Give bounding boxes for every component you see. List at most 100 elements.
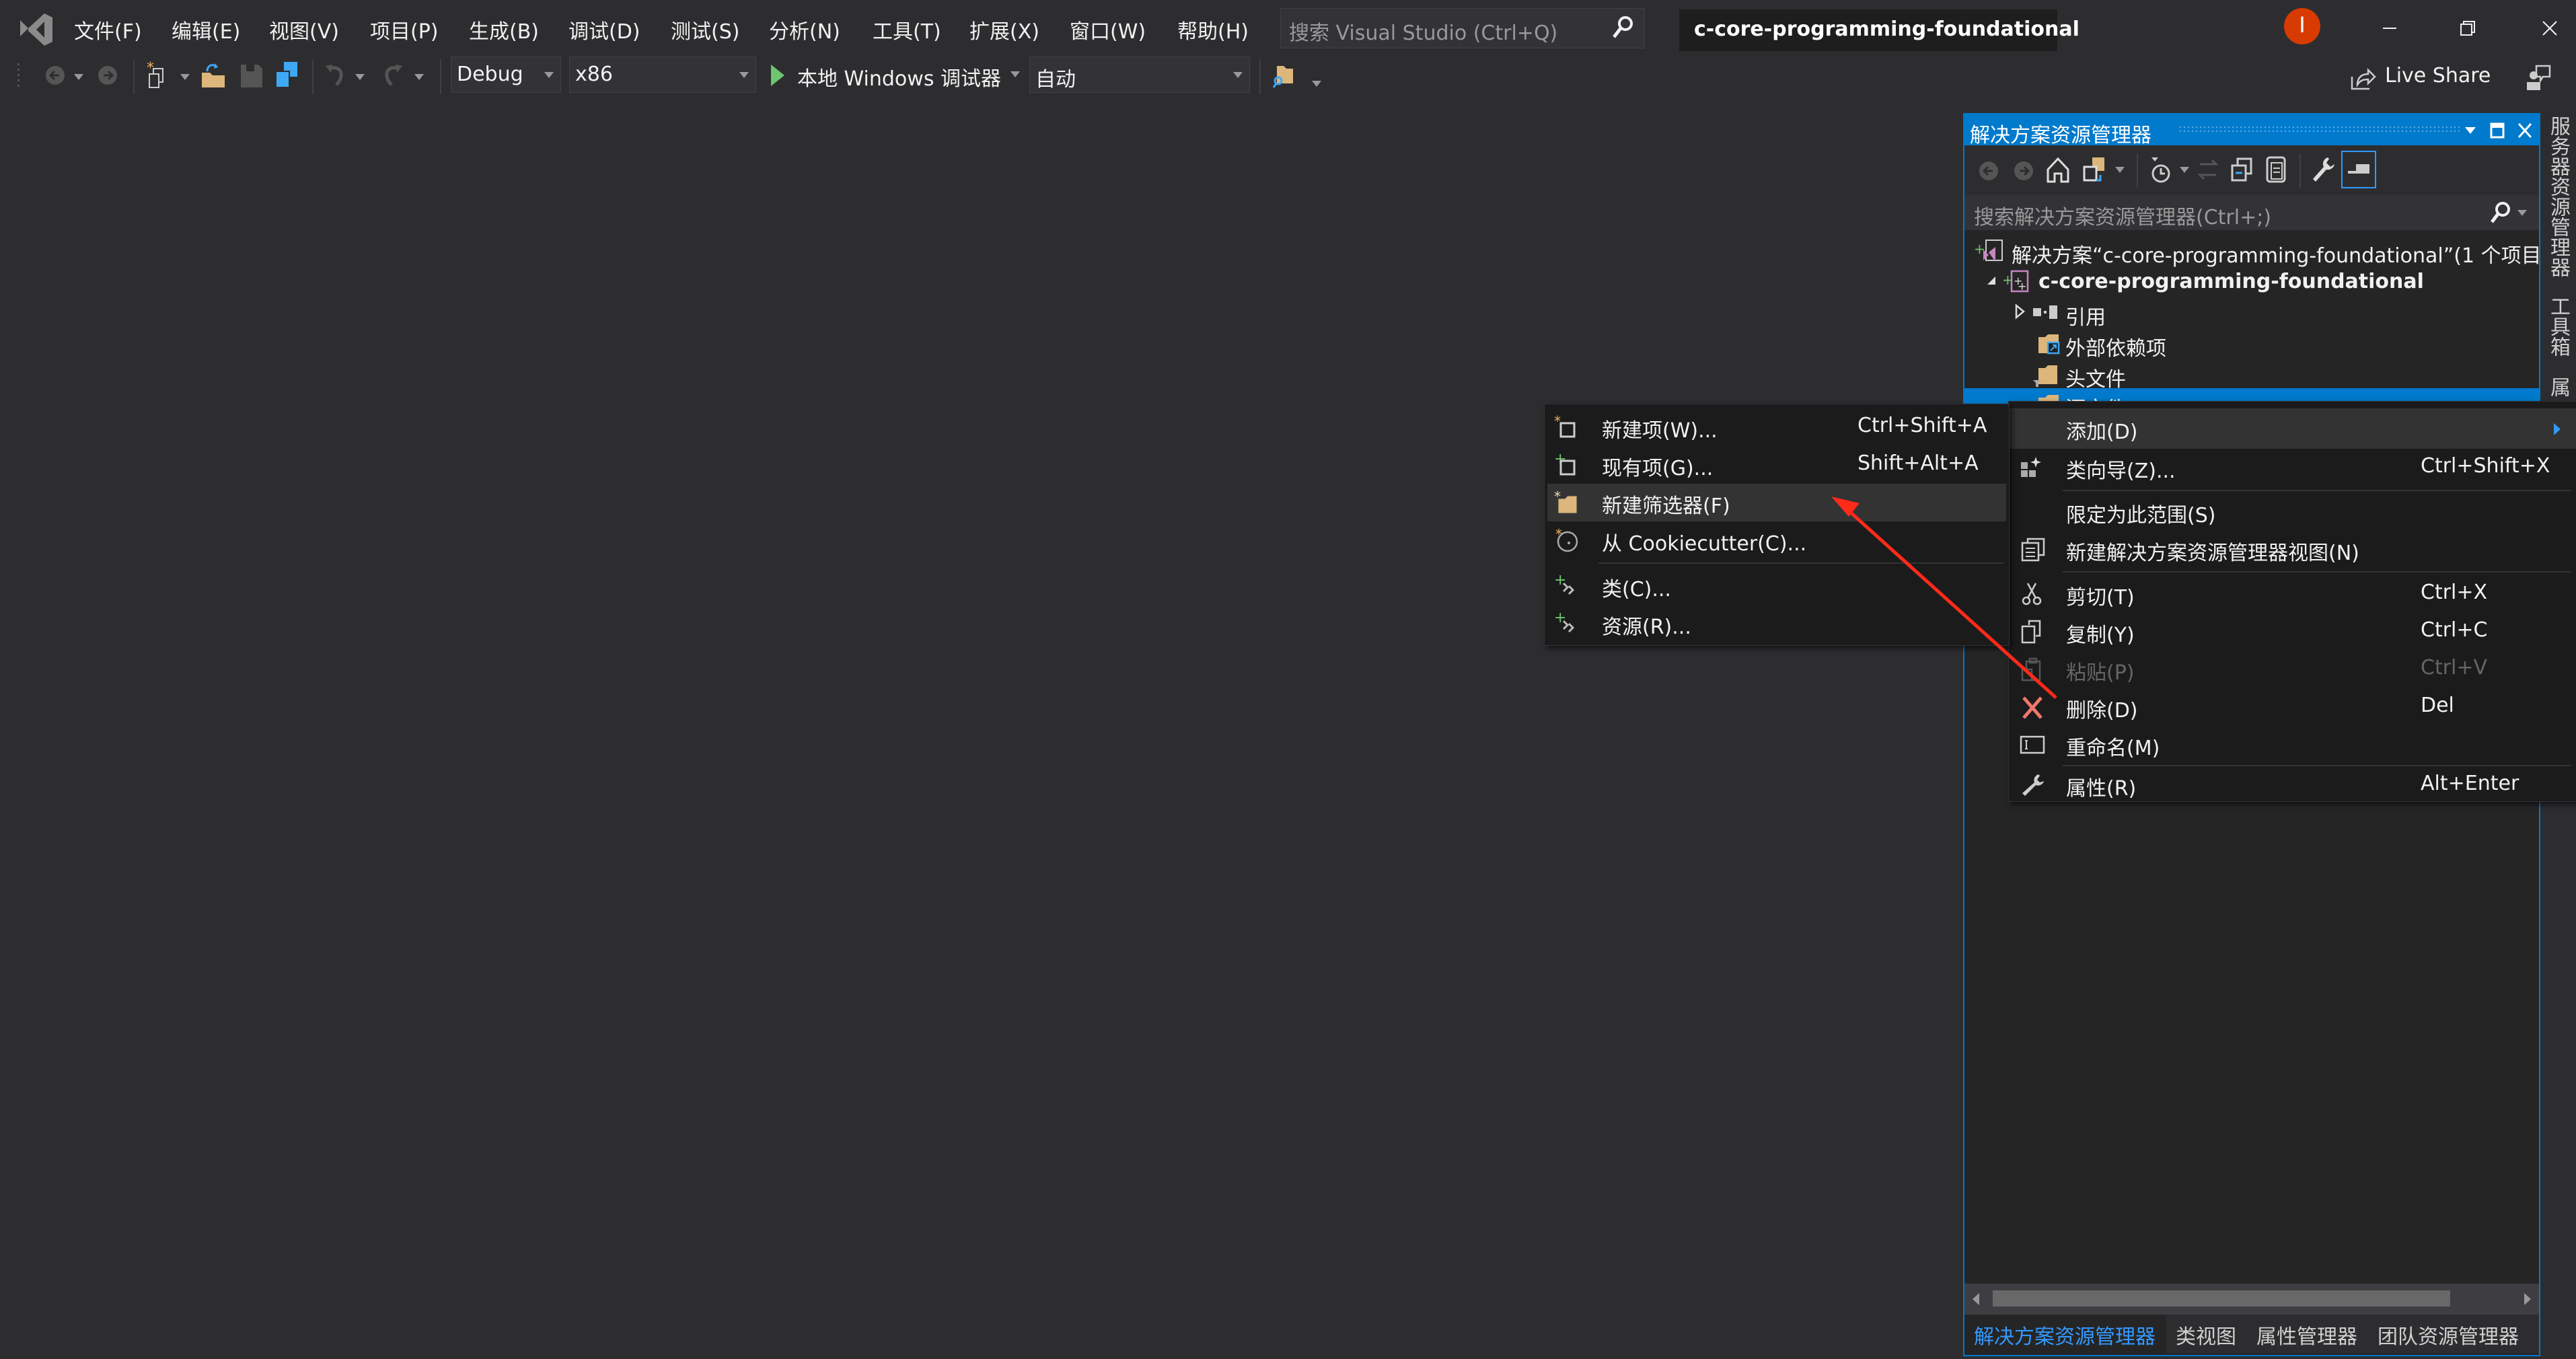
tree-item-references[interactable]: 引用 [1964, 297, 2539, 330]
restore-button[interactable] [2441, 7, 2495, 47]
scroll-right-icon[interactable] [2523, 1292, 2532, 1307]
submenu-item-existing-item[interactable]: + 现有项(G)... Shift+Alt+A [1545, 446, 2009, 484]
vs-search-input[interactable]: 搜索 Visual Studio (Ctrl+Q) [1280, 8, 1645, 48]
toolbar-grip-icon[interactable] [15, 59, 26, 91]
se-back-icon[interactable] [1975, 157, 2002, 184]
collapse-all-icon[interactable] [2228, 155, 2255, 184]
save-icon[interactable] [237, 59, 266, 91]
menu-help[interactable]: 帮助(H) [1177, 15, 1249, 44]
undo-icon[interactable] [322, 59, 351, 91]
redo-icon[interactable] [377, 59, 406, 91]
menu-analyze[interactable]: 分析(N) [769, 15, 840, 44]
configuration-dropdown[interactable]: Debug [451, 57, 561, 93]
debugger-dropdown-icon[interactable] [1010, 71, 1020, 77]
menu-item-copy[interactable]: 复制(Y) Ctrl+C [2009, 613, 2576, 651]
menu-test[interactable]: 测试(S) [671, 15, 739, 44]
live-share-button[interactable]: Live Share [2385, 64, 2491, 87]
references-icon [2033, 305, 2057, 319]
tree-item-external-dependencies[interactable]: 外部依赖项 [1964, 328, 2539, 361]
submenu-item-cookiecutter[interactable]: * 从 Cookiecutter(C)... [1545, 521, 2009, 559]
account-avatar[interactable]: I [2284, 8, 2320, 44]
find-in-files-icon[interactable] [1270, 59, 1300, 91]
sync-with-active-document-icon[interactable] [2195, 155, 2221, 184]
menu-edit[interactable]: 编辑(E) [172, 15, 240, 44]
submenu-item-new-filter[interactable]: * 新建筛选器(F) [1547, 484, 2006, 521]
properties-wrench-icon[interactable] [2309, 155, 2336, 186]
submenu-item-resource[interactable]: + 资源(R)... [1545, 605, 2009, 642]
open-file-icon[interactable] [199, 59, 229, 91]
pending-changes-filter-icon[interactable] [2146, 155, 2174, 186]
panel-drag-grip[interactable] [2178, 125, 2461, 135]
menu-item-scope-to-this[interactable]: 限定为此范围(S) [2009, 493, 2576, 531]
tree-item-project[interactable]: + + + c-core-programming-foundational [1964, 266, 2539, 297]
tree-item-solution[interactable]: + 解决方案“c-core-programming-foundational”(… [1964, 235, 2548, 268]
se-forward-icon[interactable] [2010, 157, 2037, 184]
horizontal-scrollbar[interactable] [1964, 1284, 2539, 1315]
panel-maximize-icon[interactable] [2489, 121, 2505, 140]
search-options-dropdown-icon[interactable] [2517, 210, 2527, 216]
filter-dropdown-icon[interactable] [2180, 167, 2189, 173]
side-tab-properties[interactable]: 属 [2543, 377, 2573, 397]
menu-item-label: 现有项(G)... [1602, 457, 1714, 480]
tab-team-explorer[interactable]: 团队资源管理器 [2378, 1320, 2519, 1350]
collapsed-arrow-icon[interactable] [2013, 303, 2026, 320]
project-icon: + ++ [2002, 270, 2029, 293]
scroll-left-icon[interactable] [1971, 1292, 1981, 1307]
menu-separator [2063, 490, 2571, 491]
close-window-button[interactable] [2523, 7, 2576, 47]
menu-build[interactable]: 生成(B) [469, 15, 539, 44]
menu-debug[interactable]: 调试(D) [568, 15, 640, 44]
menu-tools[interactable]: 工具(T) [873, 15, 941, 44]
navigate-back-icon[interactable] [40, 59, 70, 91]
platform-dropdown[interactable]: x86 [569, 57, 756, 93]
redo-dropdown-icon[interactable] [414, 74, 424, 80]
submenu-item-class[interactable]: + 类(C)... [1545, 567, 2009, 605]
menu-extensions[interactable]: 扩展(X) [969, 15, 1039, 44]
new-project-icon[interactable]: * [143, 59, 172, 91]
menu-item-add[interactable]: 添加(D) [2009, 408, 2576, 449]
menu-item-delete[interactable]: 删除(D) Del [2009, 688, 2576, 726]
undo-dropdown-icon[interactable] [355, 74, 365, 80]
switch-views-dropdown-icon[interactable] [2115, 167, 2125, 173]
menu-view[interactable]: 视图(V) [269, 15, 339, 44]
feedback-icon[interactable] [2524, 63, 2552, 91]
switch-views-icon[interactable] [2080, 155, 2108, 184]
menu-window[interactable]: 窗口(W) [1070, 15, 1146, 44]
menu-item-cut[interactable]: 剪切(T) Ctrl+X [2009, 575, 2576, 613]
menu-project[interactable]: 项目(P) [370, 15, 439, 44]
save-all-icon[interactable] [272, 59, 301, 91]
tab-property-manager[interactable]: 属性管理器 [2256, 1320, 2357, 1350]
menu-item-class-wizard[interactable]: 类向导(Z)... Ctrl+Shift+X [2009, 449, 2576, 486]
scrollbar-thumb[interactable] [1993, 1290, 2450, 1307]
navigate-forward-icon[interactable] [93, 59, 122, 91]
new-project-dropdown-icon[interactable] [180, 74, 190, 80]
preview-selected-items-toggle[interactable] [2341, 151, 2376, 188]
menu-file[interactable]: 文件(F) [74, 15, 142, 44]
home-icon[interactable] [2044, 155, 2072, 184]
debug-target-dropdown[interactable]: 自动 [1029, 57, 1250, 93]
tree-item-header-files[interactable]: 头文件 [1964, 359, 2539, 392]
toolbar-overflow-icon[interactable] [1312, 81, 1321, 87]
menu-item-rename[interactable]: 重命名(M) [2009, 726, 2576, 764]
solution-explorer-search-input[interactable]: 搜索解决方案资源管理器(Ctrl+;) [1964, 195, 2539, 230]
start-debugging-button[interactable]: 本地 Windows 调试器 [797, 62, 1001, 91]
show-all-files-icon[interactable] [2263, 153, 2290, 186]
add-submenu: * 新建项(W)... Ctrl+Shift+A + 现有项(G)... Shi… [1544, 404, 2010, 646]
context-menu: 添加(D) 类向导(Z)... Ctrl+Shift+X 限定为此范围(S) 新… [2008, 401, 2576, 802]
minimize-button[interactable] [2363, 7, 2417, 47]
navigate-back-dropdown-icon[interactable] [74, 74, 83, 80]
panel-close-icon[interactable] [2516, 121, 2534, 140]
menu-item-new-view[interactable]: 新建解决方案资源管理器视图(N) [2009, 531, 2576, 568]
tree-item-label: 外部依赖项 [2065, 337, 2166, 361]
tab-solution-explorer[interactable]: 解决方案资源管理器 [1974, 1320, 2156, 1350]
menu-item-properties[interactable]: 属性(R) Alt+Enter [2009, 770, 2576, 801]
submenu-item-new-item[interactable]: * 新建项(W)... Ctrl+Shift+A [1545, 408, 2009, 446]
panel-options-dropdown-icon[interactable] [2462, 122, 2478, 139]
expanded-arrow-icon[interactable] [1985, 274, 1998, 287]
tree-item-label: 解决方案“c-core-programming-foundational”(1 … [2012, 244, 2548, 268]
side-tab-server-explorer[interactable]: 服务器资源管理器 [2543, 116, 2573, 277]
menu-item-paste[interactable]: 粘贴(P) Ctrl+V [2009, 651, 2576, 688]
start-debugging-icon[interactable] [767, 59, 787, 91]
side-tab-toolbox[interactable]: 工具箱 [2543, 296, 2573, 357]
tab-class-view[interactable]: 类视图 [2176, 1320, 2236, 1350]
